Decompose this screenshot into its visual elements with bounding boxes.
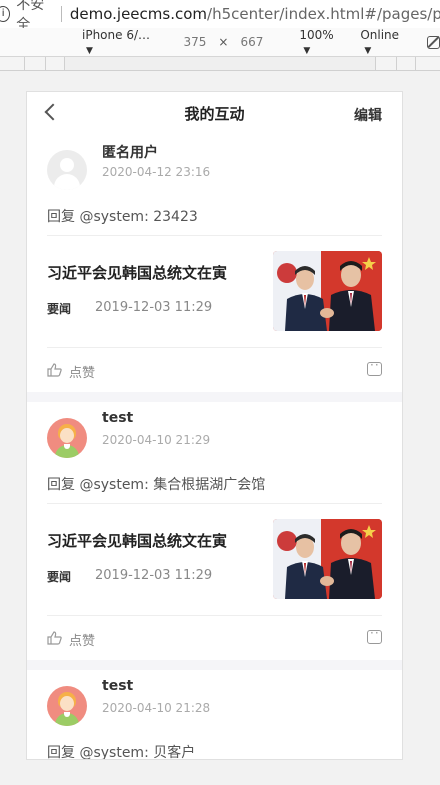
comment-icon[interactable] [367,358,382,376]
page-title: 我的互动 [184,104,245,123]
interaction-item: test 2020-04-10 21:29 回复 @system: 集合根据湖广… [27,402,402,660]
article-tag: 要闻 [47,570,72,584]
like-button[interactable]: 点赞 [69,362,95,381]
timestamp: 2020-04-10 21:28 [102,701,211,715]
article-card[interactable]: 习近平会见韩国总统文在寅 要闻 2019-12-03 11:29 [47,503,382,616]
zoom-select[interactable]: 100% ▼ [299,28,346,56]
info-icon[interactable]: i [0,6,11,22]
width-input[interactable]: 375 [184,35,207,49]
device-select[interactable]: iPhone 6/…▼ [82,28,158,56]
like-icon[interactable] [47,363,62,377]
reply-text: 回复 @system: 集合根据湖广会馆 [47,477,266,493]
edit-button[interactable]: 编辑 [354,105,382,125]
test-avatar [47,418,87,458]
back-icon[interactable] [44,103,62,121]
item-divider [27,392,402,402]
article-title: 习近平会见韩国总统文在寅 [47,264,228,282]
article-thumbnail [273,251,382,331]
username: test [102,410,134,426]
article-thumbnail [273,519,382,599]
item-divider [27,660,402,670]
interaction-item: test 2020-04-10 21:28 回复 @system: 贝客户 [27,670,402,759]
timestamp: 2020-04-10 21:29 [102,433,211,447]
reply-text: 回复 @system: 23423 [47,209,198,225]
article-card[interactable]: 习近平会见韩国总统文在寅 要闻 2019-12-03 11:29 [47,235,382,348]
url-text[interactable]: demo.jeecms.com/h5center/index.html#/pag… [70,5,440,23]
article-title: 习近平会见韩国总统文在寅 [47,532,228,550]
media-query-bar [0,57,440,71]
user-row: 匿名用户 2020-04-12 23:16 [47,134,382,192]
comment-icon[interactable] [367,626,382,644]
like-icon[interactable] [47,631,62,645]
article-tag: 要闻 [47,302,72,316]
times-sign: × [218,35,229,49]
username: test [102,678,134,694]
url-divider [60,6,62,22]
action-row: 点赞 [47,616,382,660]
nav-bar: 我的互动 编辑 [27,92,402,134]
device-toolbar: iPhone 6/…▼ 375 × 667 100% ▼ Online ▼ [0,28,440,57]
height-input[interactable]: 667 [240,35,263,49]
action-row: 点赞 [47,348,382,392]
browser-url-bar[interactable]: i 不安全 demo.jeecms.com/h5center/index.htm… [0,0,440,33]
test-avatar [47,686,87,726]
network-select[interactable]: Online ▼ [360,28,411,56]
timestamp: 2020-04-12 23:16 [102,165,211,179]
anonymous-avatar [47,150,87,190]
reply-text: 回复 @system: 贝客户 [47,745,196,759]
like-button[interactable]: 点赞 [69,630,95,649]
rotate-icon[interactable] [427,35,440,49]
username: 匿名用户 [102,145,158,161]
user-row: test 2020-04-10 21:28 [47,670,382,728]
user-row: test 2020-04-10 21:29 [47,402,382,460]
phone-viewport: 我的互动 编辑 匿名用户 2020-04-12 23:16 回复 @system… [27,92,402,759]
interaction-item: 匿名用户 2020-04-12 23:16 回复 @system: 23423 … [27,134,402,392]
article-date: 2019-12-03 11:29 [95,300,213,315]
article-date: 2019-12-03 11:29 [95,568,213,583]
